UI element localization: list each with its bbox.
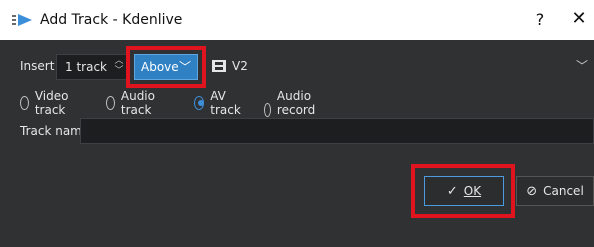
target-track-value: V2 — [232, 59, 248, 73]
film-icon — [212, 60, 226, 72]
chevron-down-icon: ﹀ — [178, 60, 191, 74]
window-title: Add Track - Kdenlive — [40, 12, 183, 28]
cancel-button[interactable]: ⊘ Cancel — [516, 176, 594, 206]
radio-label: Video track — [34, 89, 69, 117]
checkmark-icon: ✓ — [446, 183, 458, 199]
radio-circle-icon — [20, 96, 29, 110]
radio-video-track[interactable]: Video track — [20, 89, 74, 117]
position-dropdown[interactable]: Above ﹀ — [134, 54, 198, 80]
ok-button[interactable]: ✓ OK — [424, 176, 504, 206]
track-name-label: Track name — [20, 124, 90, 138]
insert-label: Insert — [20, 59, 55, 73]
spin-arrows-icon[interactable]: ︿ ﹀ — [113, 56, 125, 78]
cancel-icon: ⊘ — [526, 183, 538, 199]
close-button[interactable]: ✕ — [568, 8, 590, 29]
radio-checked-icon — [194, 96, 205, 110]
position-value: Above — [141, 60, 179, 74]
ok-label: OK — [463, 184, 482, 198]
radio-audio-track[interactable]: Audio track — [106, 89, 160, 117]
track-count-spinbox[interactable]: 1 track ︿ ﹀ — [56, 54, 128, 80]
radio-circle-icon — [106, 96, 115, 110]
track-count-value: 1 track — [65, 60, 107, 74]
target-track-dropdown[interactable]: V2 ﹀ — [208, 54, 594, 80]
add-track-dialog: Insert 1 track ︿ ﹀ Above ﹀ V2 ﹀ Video tra… — [0, 40, 594, 247]
chevron-down-icon: ﹀ — [575, 59, 588, 73]
cancel-label: Cancel — [543, 184, 584, 198]
radio-label: Audio track — [120, 89, 155, 117]
radio-label: AV track — [210, 89, 241, 117]
title-bar: Add Track - Kdenlive ? ✕ — [0, 0, 594, 40]
track-name-input[interactable] — [80, 118, 594, 144]
kdenlive-app-icon — [12, 14, 32, 26]
help-button[interactable]: ? — [530, 10, 550, 29]
radio-circle-icon — [264, 103, 271, 117]
radio-av-track[interactable]: AV track — [194, 89, 245, 117]
